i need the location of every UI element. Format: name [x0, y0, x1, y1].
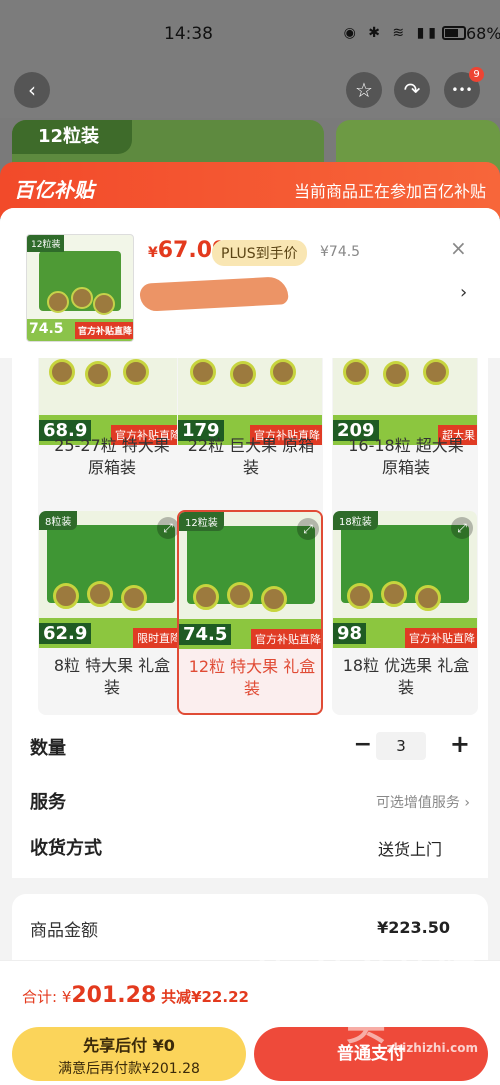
quantity-label: 数量: [30, 738, 66, 759]
variant-image: 12粒装 ⤢ 74.5 官方补贴直降: [179, 512, 321, 649]
sku-sheet: 12粒装 74.5 官方补贴直降 ¥67.09 PLUS到手价 ¥74.5 × …: [0, 208, 500, 1085]
variant-name: 18粒 优选果 礼盒装: [342, 656, 470, 697]
status-time: 14:38: [164, 24, 213, 44]
quantity-stepper[interactable]: 3: [376, 732, 426, 760]
total-prefix: 合计: ¥: [22, 988, 72, 1006]
quantity-plus-button[interactable]: +: [450, 730, 470, 758]
back-icon[interactable]: ‹: [14, 72, 50, 108]
kiwi-image: [121, 585, 147, 611]
total-saving: 共减¥22.22: [161, 988, 249, 1006]
variant-image: 179 官方补贴直降: [178, 358, 322, 445]
zoom-icon[interactable]: ⤢: [297, 518, 319, 540]
price-currency: ¥: [148, 245, 158, 261]
service-label: 服务: [30, 792, 66, 813]
kiwi-image: [423, 359, 449, 385]
kiwi-image: [85, 361, 111, 387]
variant-option[interactable]: 18粒装 ⤢ 98 官方补贴直降 18粒 优选果 礼盒装: [332, 510, 478, 715]
variant-corner-label: 8粒装: [39, 511, 78, 530]
message-badge: 9: [469, 67, 484, 82]
favorite-icon[interactable]: ☆: [346, 72, 382, 108]
amount-label: 商品金额: [30, 921, 98, 941]
kiwi-image: [47, 291, 69, 313]
chevron-right-icon[interactable]: ›: [460, 282, 467, 303]
normal-pay-button[interactable]: 普通支付 值 什么值得买 zhizhizhi.com: [254, 949, 488, 1081]
thumb-price-strip: 74.5 官方补贴直降: [27, 319, 133, 341]
variant-price: 74.5: [179, 624, 232, 645]
variant-option[interactable]: 8粒装 ⤢ 62.9 限时直降 8粒 特大果 礼盒装: [38, 510, 184, 715]
watermark-url: zhizhizhi.com: [386, 1041, 478, 1055]
kiwi-image: [230, 361, 256, 387]
kiwi-image: [270, 359, 296, 385]
more-glyph: •••: [451, 83, 473, 97]
zoom-icon[interactable]: ⤢: [157, 517, 179, 539]
more-icon[interactable]: ••• 9: [444, 67, 484, 108]
checkout-footer: 合计: ¥201.28 共减¥22.22 先享后付 ¥0 满意后再付款¥201.…: [0, 949, 500, 1085]
variant-name: 16-18粒 超大果 原箱装: [348, 436, 464, 477]
delivery-row[interactable]: 收货方式 送货上门: [30, 834, 470, 862]
kiwi-image: [93, 293, 115, 315]
status-icons: ◉ ✱ ≋ ▮▮: [343, 25, 440, 41]
total-value: 201.28: [71, 983, 157, 1008]
variant-image: 68.9 官方补贴直降: [39, 358, 183, 445]
selected-product-summary: 12粒装 74.5 官方补贴直降 ¥67.09 PLUS到手价 ¥74.5 × …: [0, 208, 500, 358]
kiwi-image: [193, 584, 219, 610]
variant-tag: 官方补贴直降: [251, 629, 321, 649]
variant-image: 209 超大果: [333, 358, 477, 445]
kiwi-image: [53, 583, 79, 609]
variant-corner-label: 18粒装: [333, 511, 378, 530]
kiwi-image: [381, 581, 407, 607]
kiwi-image: [347, 583, 373, 609]
variant-name: 8粒 特大果 礼盒装: [53, 656, 171, 697]
pay-later-subtitle: 满意后再付款¥201.28: [58, 1061, 200, 1077]
zoom-icon[interactable]: ⤢: [451, 517, 473, 539]
kiwi-image: [123, 359, 149, 385]
kiwi-image: [261, 586, 287, 612]
redaction-scribble: [139, 276, 289, 312]
background-tag: 12粒装: [12, 120, 132, 154]
kiwi-image: [343, 359, 369, 385]
delivery-value[interactable]: 送货上门: [378, 836, 442, 860]
battery-percent: 68%: [466, 24, 500, 43]
variant-price: 98: [333, 623, 367, 644]
kiwi-image: [71, 287, 93, 309]
kiwi-image: [87, 581, 113, 607]
amount-value: ¥223.50: [377, 918, 450, 937]
product-thumbnail[interactable]: 12粒装 74.5 官方补贴直降: [26, 234, 134, 342]
share-icon[interactable]: ↷: [394, 72, 430, 108]
variant-corner-label: 12粒装: [179, 512, 224, 531]
quantity-minus-button[interactable]: −: [354, 732, 372, 757]
thumb-tag: 官方补贴直降: [74, 322, 133, 339]
delivery-label: 收货方式: [30, 838, 102, 859]
battery-icon: [442, 26, 466, 40]
kiwi-image: [383, 361, 409, 387]
variant-image: 18粒装 ⤢ 98 官方补贴直降: [333, 511, 477, 648]
kiwi-image: [415, 585, 441, 611]
thumb-price: 74.5: [29, 321, 64, 337]
variant-option-selected[interactable]: 12粒装 ⤢ 74.5 官方补贴直降 12粒 特大果 礼盒装: [177, 510, 323, 715]
original-price: ¥74.5: [320, 244, 361, 260]
status-bar: 14:38 ◉ ✱ ≋ ▮▮ 68%: [0, 0, 500, 66]
variant-price: 62.9: [39, 623, 92, 644]
kiwi-image: [49, 359, 75, 385]
thumb-label: 12粒装: [27, 235, 65, 252]
service-row[interactable]: 服务 可选增值服务 ›: [30, 788, 470, 816]
pay-later-title: 先享后付 ¥0: [83, 1036, 175, 1055]
service-value[interactable]: 可选增值服务 ›: [376, 792, 470, 812]
page-nav: ‹ ☆ ↷ ••• 9: [0, 66, 500, 118]
kiwi-image: [227, 582, 253, 608]
variant-tag: 官方补贴直降: [405, 628, 477, 648]
order-settings: 数量 − 3 + 服务 可选增值服务 › 收货方式 送货上门: [12, 726, 488, 878]
variant-name: 25-27粒 特大果 原箱装: [54, 436, 170, 477]
pay-later-button[interactable]: 先享后付 ¥0 满意后再付款¥201.28: [12, 1027, 246, 1081]
plus-price-label: PLUS到手价: [212, 240, 307, 266]
close-icon[interactable]: ×: [450, 236, 467, 260]
subsidy-logo: 百亿补贴: [14, 178, 94, 202]
variant-name: 12粒 特大果 礼盒装: [188, 657, 316, 698]
subsidy-note: 当前商品正在参加百亿补贴: [293, 182, 486, 201]
quantity-row: 数量 − 3 +: [30, 730, 470, 762]
total-price: 合计: ¥201.28 共减¥22.22: [22, 983, 249, 1008]
variant-name: 22粒 巨大果 原箱装: [187, 436, 315, 477]
variant-image: 8粒装 ⤢ 62.9 限时直降: [39, 511, 183, 648]
kiwi-image: [190, 359, 216, 385]
